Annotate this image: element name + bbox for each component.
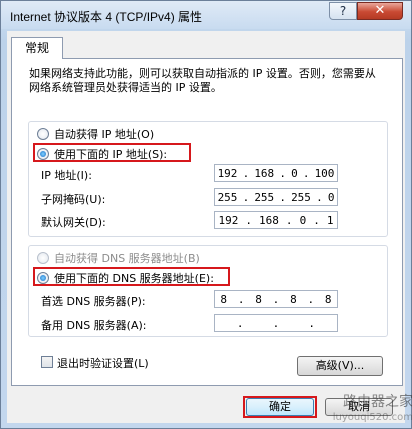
radio-auto-dns-label: 自动获得 DNS 服务器地址(B) <box>54 252 200 265</box>
dialog-window: Internet 协议版本 4 (TCP/IPv4) 属性 ? ✕ 常规 如果网… <box>0 0 412 429</box>
gw-octet-3: 0 <box>299 213 307 227</box>
pdns-octet-1: 8 <box>220 292 228 306</box>
ip-octet-2: 168 <box>254 166 275 180</box>
advanced-button[interactable]: 高级(V)... <box>297 356 383 376</box>
default-gateway-input[interactable]: 192. 168. 0. 1 <box>214 211 338 229</box>
mask-octet-1: 255 <box>217 190 238 204</box>
mask-octet-2: 255 <box>254 190 275 204</box>
preferred-dns-input[interactable]: 8. 8. 8. 8 <box>214 290 338 308</box>
radio-manual-dns-indicator[interactable] <box>37 272 49 284</box>
validate-checkbox-label[interactable]: 退出时验证设置(L) <box>57 355 149 371</box>
tab-general[interactable]: 常规 <box>11 37 63 59</box>
mask-octet-3: 255 <box>291 190 311 204</box>
radio-manual-ip[interactable]: 使用下面的 IP 地址(S): <box>37 146 167 162</box>
close-button[interactable]: ✕ <box>357 2 403 20</box>
alternate-dns-input[interactable]: . . . <box>214 314 338 332</box>
description-text: 如果网络支持此功能，则可以获取自动指派的 IP 设置。否则，您需要从网络系统管理… <box>29 67 376 94</box>
radio-manual-dns[interactable]: 使用下面的 DNS 服务器地址(E): <box>37 270 214 286</box>
gw-octet-1: 192 <box>218 213 239 227</box>
help-button[interactable]: ? <box>329 2 357 20</box>
gw-octet-2: 168 <box>259 213 279 227</box>
pdns-octet-2: 8 <box>255 292 262 306</box>
window-title: Internet 协议版本 4 (TCP/IPv4) 属性 <box>10 10 203 24</box>
ip-address-label: IP 地址(I): <box>41 169 92 182</box>
radio-manual-ip-indicator[interactable] <box>37 148 49 160</box>
radio-auto-ip-indicator[interactable] <box>37 128 49 140</box>
radio-auto-dns-indicator[interactable] <box>37 252 49 264</box>
ip-octet-3: 0 <box>291 166 298 180</box>
mask-octet-4: 0 <box>327 190 335 204</box>
default-gateway-label: 默认网关(D): <box>41 216 106 229</box>
radio-manual-ip-label: 使用下面的 IP 地址(S): <box>54 148 168 161</box>
ip-octet-4: 100 <box>314 166 335 180</box>
validate-checkbox[interactable] <box>41 356 53 368</box>
subnet-mask-input[interactable]: 255. 255. 255. 0 <box>214 188 338 206</box>
ok-button[interactable]: 确定 <box>246 398 314 416</box>
pdns-octet-4: 8 <box>324 292 332 306</box>
pdns-octet-3: 8 <box>290 292 297 306</box>
ip-address-input[interactable]: 192. 168. 0. 100 <box>214 164 338 182</box>
alternate-dns-label: 备用 DNS 服务器(A): <box>41 319 147 332</box>
cancel-button[interactable]: 取消 <box>325 398 393 416</box>
subnet-mask-label: 子网掩码(U): <box>41 193 106 206</box>
ip-octet-1: 192 <box>217 166 238 180</box>
radio-auto-ip[interactable]: 自动获得 IP 地址(O) <box>37 126 154 142</box>
title-bar[interactable]: Internet 协议版本 4 (TCP/IPv4) 属性 ? ✕ <box>1 1 411 29</box>
radio-manual-dns-label: 使用下面的 DNS 服务器地址(E): <box>54 272 214 285</box>
radio-auto-ip-label: 自动获得 IP 地址(O) <box>54 128 155 141</box>
gw-octet-4: 1 <box>326 213 334 227</box>
preferred-dns-label: 首选 DNS 服务器(P): <box>41 295 146 308</box>
radio-auto-dns[interactable]: 自动获得 DNS 服务器地址(B) <box>37 250 200 266</box>
